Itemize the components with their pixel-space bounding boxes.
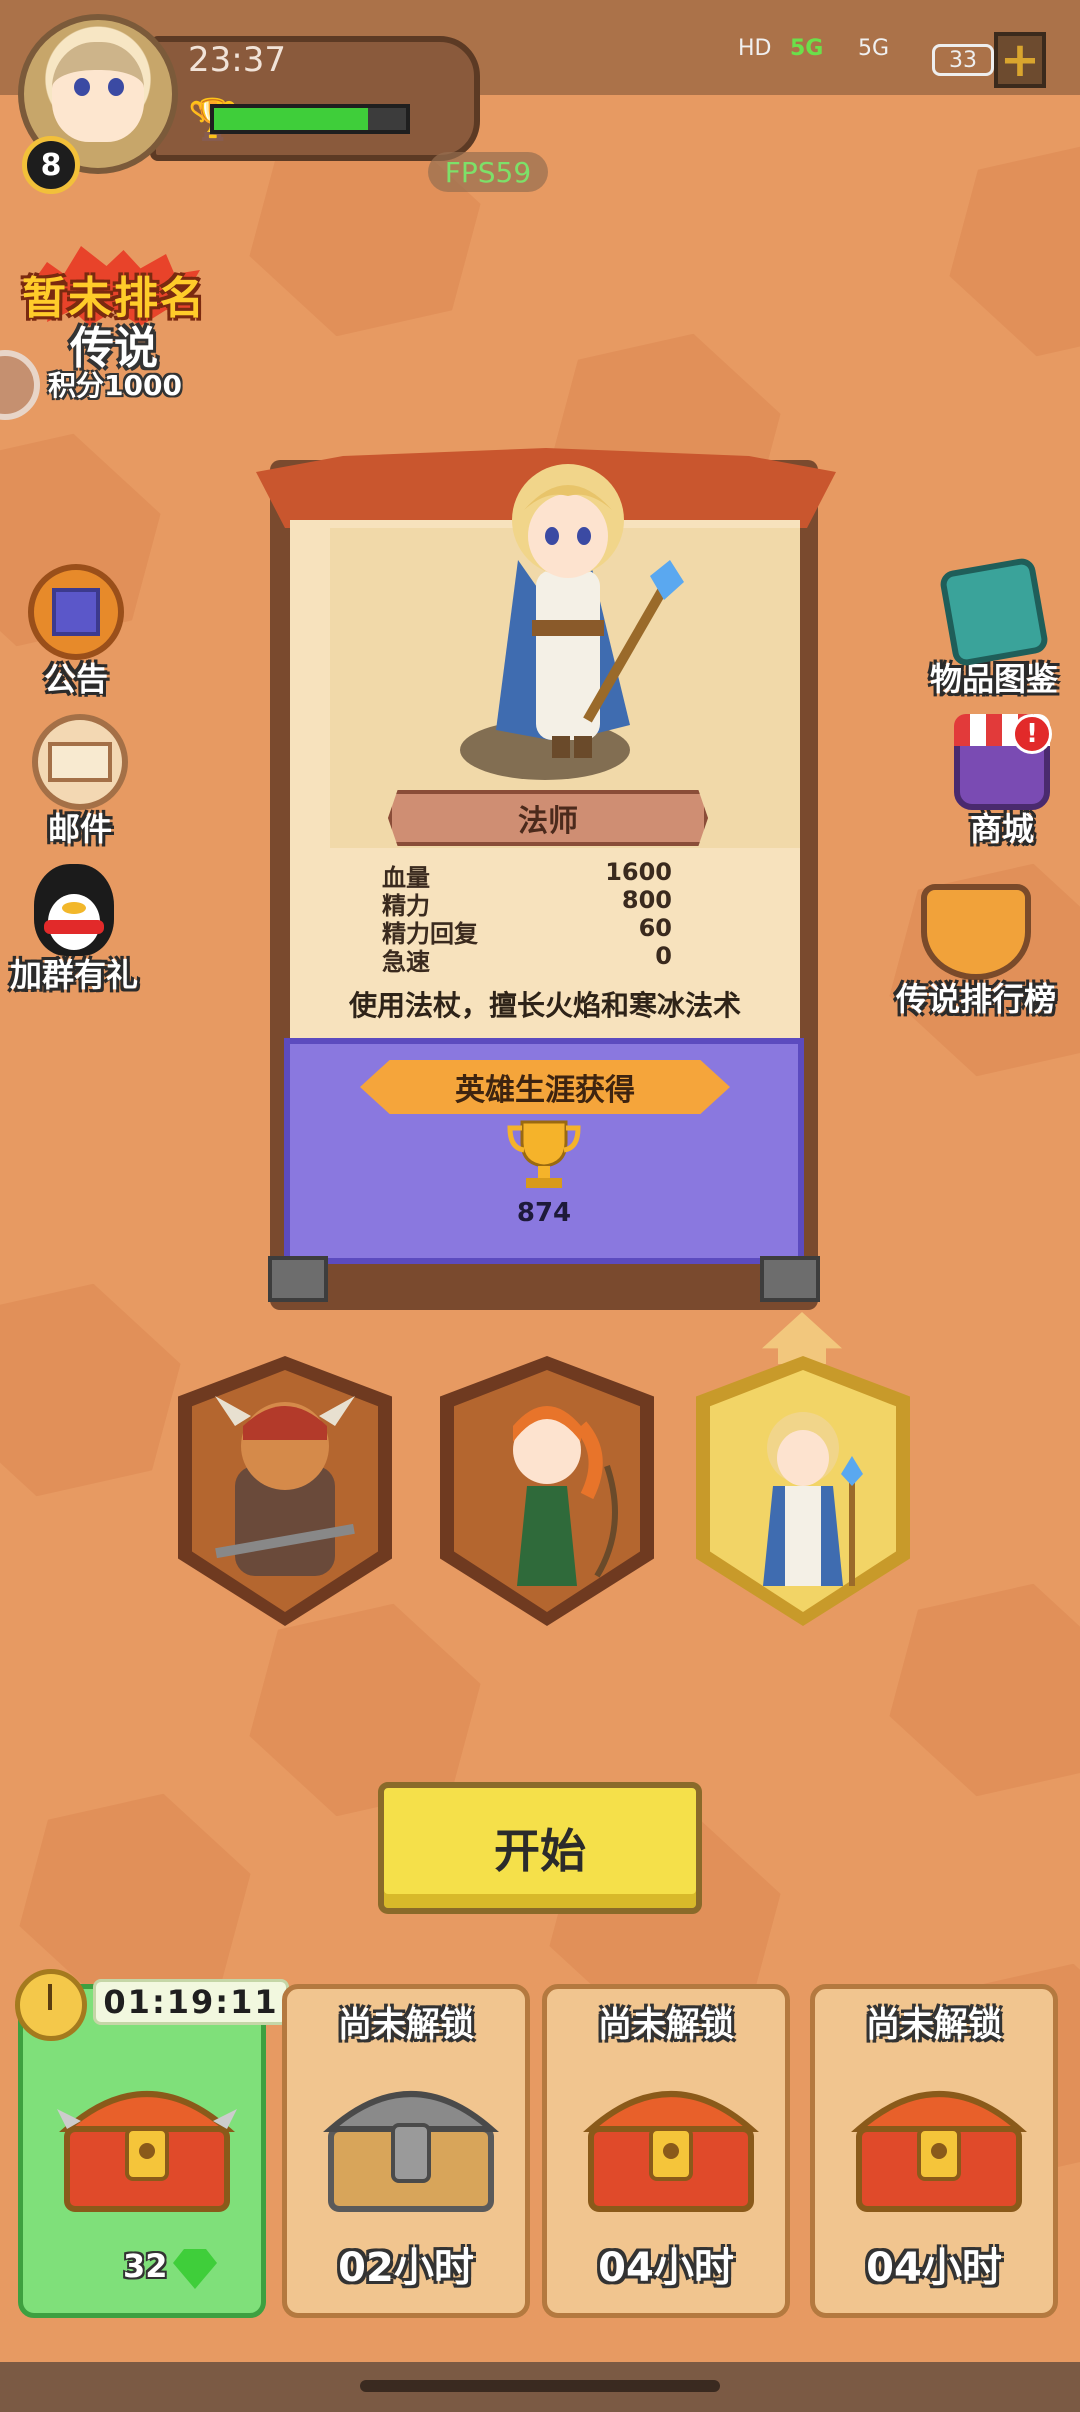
level-badge: 8 xyxy=(22,136,80,194)
mage-hero-thumb-art xyxy=(763,1412,863,1586)
stat-label: 急速 xyxy=(382,948,430,976)
chest-timer: 01:19:11 xyxy=(93,1979,289,2025)
gem-cost: 32 xyxy=(123,2247,168,2285)
board-corner-bolt xyxy=(268,1256,328,1302)
home-indicator[interactable] xyxy=(360,2380,720,2392)
leaderboard-button[interactable]: 传说排行榜 xyxy=(896,884,1056,1020)
leaderboard-banner-icon xyxy=(921,884,1031,980)
join-group-label: 加群有礼 xyxy=(10,956,139,994)
notice-board-icon xyxy=(28,564,124,660)
avatar-face xyxy=(52,42,144,142)
item-codex-button[interactable]: 物品图鉴 xyxy=(930,556,1059,700)
xp-bar-fill xyxy=(214,108,368,130)
battery-icon: 33 xyxy=(932,44,994,76)
chest-slot-4[interactable]: 尚未解锁 04小时 xyxy=(810,1984,1058,2318)
hero-class-plate: 法师 xyxy=(388,790,708,846)
mail-icon xyxy=(32,714,128,810)
book-icon xyxy=(938,556,1050,668)
fps-counter: FPS59 xyxy=(428,152,548,192)
item-codex-label: 物品图鉴 xyxy=(930,660,1059,698)
career-ribbon: 英雄生涯获得 xyxy=(360,1060,730,1114)
add-button[interactable]: + xyxy=(994,32,1046,88)
gem-icon xyxy=(173,2249,217,2289)
shop-alert-badge: ! xyxy=(1012,714,1052,754)
chest-duration: 04小时 xyxy=(598,2245,734,2291)
mage-hero-art xyxy=(496,464,684,758)
red-chest-icon xyxy=(583,2091,759,2212)
stat-value: 0 xyxy=(655,942,672,970)
shop-label: 商城 xyxy=(969,810,1034,848)
clock-icon xyxy=(15,1969,87,2041)
chest-locked-label: 尚未解锁 xyxy=(338,2005,474,2045)
chest-locked-label: 尚未解锁 xyxy=(598,2005,734,2045)
mail-label: 邮件 xyxy=(47,810,112,848)
xp-bar xyxy=(210,104,410,134)
shop-icon: ! xyxy=(954,714,1052,810)
chest-locked-label: 尚未解锁 xyxy=(866,2005,1002,2045)
chest-duration: 02小时 xyxy=(338,2245,474,2291)
rank-score: 积分1000 xyxy=(48,369,182,402)
red-chest-icon xyxy=(57,2091,237,2212)
status-time: 23:37 xyxy=(188,40,286,80)
hero-description: 使用法杖，擅长火焰和寒冰法术 xyxy=(348,989,741,1022)
chest-slot-1[interactable]: 01:19:11 32 xyxy=(15,1969,289,2318)
career-value: 874 xyxy=(516,1198,572,1228)
grey-chest-icon xyxy=(323,2091,499,2212)
notice-label: 公告 xyxy=(43,660,108,698)
shop-button[interactable]: ! 商城 xyxy=(954,714,1052,850)
trophy-icon xyxy=(507,1120,581,1188)
notice-button[interactable]: 公告 xyxy=(28,564,124,700)
leaderboard-label: 传说排行榜 xyxy=(896,980,1057,1018)
avatar-eye xyxy=(108,78,124,96)
chest-duration: 04小时 xyxy=(866,2245,1002,2291)
mail-button[interactable]: 邮件 xyxy=(32,714,128,850)
start-button[interactable]: 开始 xyxy=(378,1782,702,1914)
chest-slot-2[interactable]: 尚未解锁 02小时 xyxy=(282,1984,530,2318)
join-group-button[interactable]: 加群有礼 xyxy=(10,864,138,996)
signal-5g-icon: 5G xyxy=(790,36,824,61)
chest-slot-3[interactable]: 尚未解锁 04小时 xyxy=(542,1984,790,2318)
hd-icon: HD xyxy=(738,36,772,61)
warrior-hero-art xyxy=(215,1396,355,1576)
archer-hero-art xyxy=(513,1406,618,1586)
avatar-eye xyxy=(74,78,90,96)
signal-5g-icon: 5G xyxy=(858,36,890,61)
red-chest-icon xyxy=(851,2091,1027,2212)
penguin-icon xyxy=(34,864,114,956)
board-corner-bolt xyxy=(760,1256,820,1302)
stat-row: 急速 0 xyxy=(382,942,672,977)
